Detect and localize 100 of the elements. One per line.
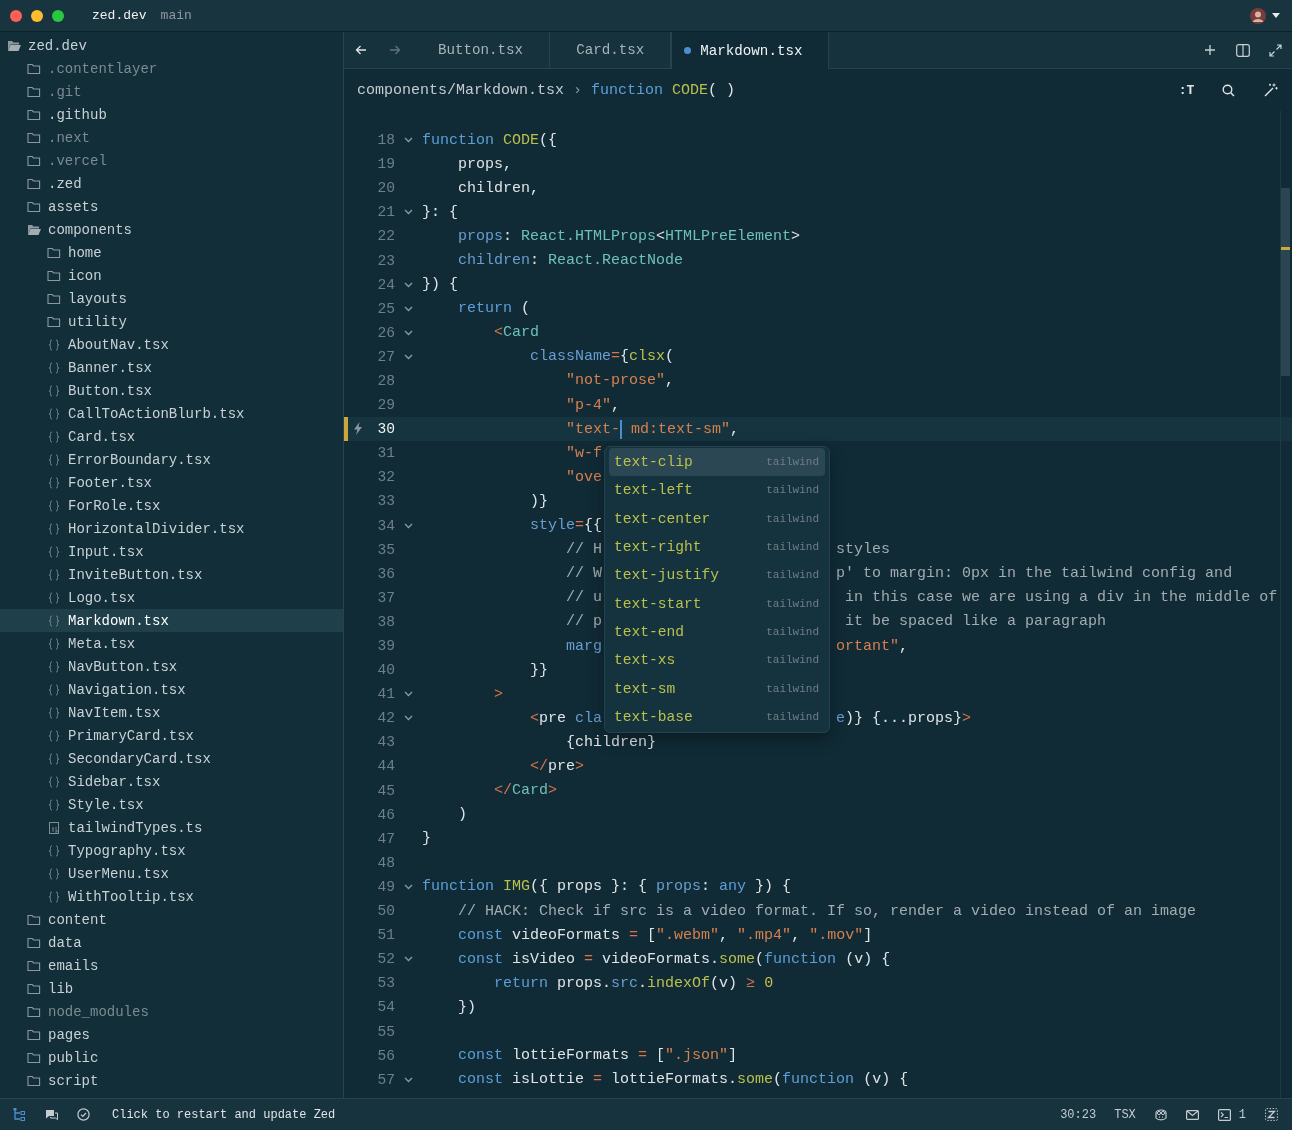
chevron-icon[interactable] bbox=[404, 956, 413, 963]
update-message[interactable]: Click to restart and update Zed bbox=[112, 1107, 336, 1122]
tree-item[interactable]: .contentlayer bbox=[0, 57, 343, 80]
branch-name[interactable]: main bbox=[160, 8, 192, 23]
chevron-icon[interactable] bbox=[404, 715, 413, 722]
completion-item[interactable]: text-xs tailwind bbox=[609, 646, 825, 675]
tree-item[interactable]: components bbox=[0, 218, 343, 241]
tree-item[interactable]: lib bbox=[0, 977, 343, 1000]
tab[interactable]: Button.tsx bbox=[412, 32, 551, 68]
chevron-icon[interactable] bbox=[404, 209, 413, 216]
code-line: const isLottie = lottieFormats.some(function (v) { bbox=[457, 1071, 909, 1089]
tree-item[interactable]: icon bbox=[0, 264, 343, 287]
completion-item[interactable]: text-justify tailwind bbox=[609, 561, 825, 590]
tree-item[interactable]: InviteButton.tsx bbox=[0, 563, 343, 586]
tree-item[interactable]: home bbox=[0, 241, 343, 264]
breadcrumb-path[interactable]: components/Markdown.tsx bbox=[357, 81, 565, 99]
tree-item[interactable]: data bbox=[0, 931, 343, 954]
chevron-icon[interactable] bbox=[404, 883, 413, 890]
tree-item[interactable]: ForRole.tsx bbox=[0, 494, 343, 517]
completion-item[interactable]: text-end tailwind bbox=[609, 617, 825, 647]
line-number: 50 bbox=[377, 903, 395, 920]
cursor-position[interactable]: 30:23 bbox=[1054, 1103, 1103, 1126]
completion-item[interactable]: text-base tailwind bbox=[609, 702, 825, 731]
tree-item[interactable]: node_modules bbox=[0, 1000, 343, 1023]
completion-item[interactable]: text-clip tailwind bbox=[609, 448, 825, 477]
tree-item[interactable]: tailwindTypes.ts bbox=[0, 816, 343, 839]
line-number: 38 bbox=[377, 613, 395, 630]
search-icon bbox=[1222, 83, 1235, 97]
completion-item[interactable]: text-center tailwind bbox=[609, 504, 825, 533]
tree-item[interactable]: .git bbox=[0, 80, 343, 103]
chevron-icon[interactable] bbox=[404, 281, 413, 288]
scrollbar-thumb[interactable] bbox=[1281, 188, 1290, 376]
tree-item[interactable]: .vercel bbox=[0, 149, 343, 172]
braces-icon bbox=[47, 867, 61, 880]
tree-item[interactable]: NavButton.tsx bbox=[0, 655, 343, 678]
tree-item[interactable]: Input.tsx bbox=[0, 540, 343, 563]
tree-item[interactable]: Button.tsx bbox=[0, 379, 343, 402]
chevron-icon[interactable] bbox=[404, 353, 413, 360]
tree-item[interactable]: public bbox=[0, 1046, 343, 1069]
tree-item[interactable]: layouts bbox=[0, 287, 343, 310]
language-selector[interactable]: TSX bbox=[1108, 1103, 1142, 1126]
chevron-icon[interactable] bbox=[404, 137, 413, 144]
change-marker bbox=[344, 417, 348, 442]
tree-item[interactable]: pages bbox=[0, 1023, 343, 1046]
tree-item[interactable]: CallToActionBlurb.tsx bbox=[0, 402, 343, 425]
inlay-hints-button[interactable]: :T bbox=[1170, 82, 1203, 98]
tree-item[interactable]: .github bbox=[0, 103, 343, 126]
tree-item[interactable]: assets bbox=[0, 195, 343, 218]
code-line: "w-f bbox=[565, 444, 603, 462]
tree-item[interactable]: emails bbox=[0, 954, 343, 977]
tree-item[interactable]: WithTooltip.tsx bbox=[0, 885, 343, 908]
folder-icon bbox=[27, 131, 41, 144]
lightning-icon[interactable] bbox=[353, 422, 363, 436]
tree-item[interactable]: .zed bbox=[0, 172, 343, 195]
completion-item[interactable]: text-start tailwind bbox=[609, 589, 825, 618]
completion-item[interactable]: text-left tailwind bbox=[609, 476, 825, 505]
tree-item[interactable]: Banner.tsx bbox=[0, 356, 343, 379]
tree-item[interactable]: Style.tsx bbox=[0, 793, 343, 816]
robot-face-icon bbox=[1153, 1108, 1168, 1121]
tree-item[interactable]: script bbox=[0, 1069, 343, 1092]
tree-item[interactable]: NavItem.tsx bbox=[0, 701, 343, 724]
completion-item[interactable]: text-sm tailwind bbox=[609, 674, 825, 703]
braces-icon bbox=[47, 407, 61, 420]
tree-item[interactable]: Markdown.tsx bbox=[0, 609, 343, 632]
tree-item[interactable]: PrimaryCard.tsx bbox=[0, 724, 343, 747]
tree-item[interactable]: content bbox=[0, 908, 343, 931]
tree-item[interactable]: SecondaryCard.tsx bbox=[0, 747, 343, 770]
code-line: "p-4", bbox=[565, 396, 621, 414]
chevron-icon[interactable] bbox=[404, 1076, 413, 1083]
tree-item[interactable]: Logo.tsx bbox=[0, 586, 343, 609]
minimize-button[interactable] bbox=[31, 9, 43, 22]
chevron-icon[interactable] bbox=[404, 329, 413, 336]
line-number: 45 bbox=[377, 782, 395, 799]
completion-item[interactable]: text-right tailwind bbox=[609, 532, 825, 562]
tree-item[interactable]: Navigation.tsx bbox=[0, 678, 343, 701]
tree-item[interactable]: Sidebar.tsx bbox=[0, 770, 343, 793]
code-line: className={clsx( bbox=[529, 348, 675, 366]
chevron-icon[interactable] bbox=[404, 522, 413, 529]
tree-item[interactable]: Card.tsx bbox=[0, 425, 343, 448]
tree-item[interactable]: UserMenu.tsx bbox=[0, 862, 343, 885]
tree-item[interactable]: Meta.tsx bbox=[0, 632, 343, 655]
tab[interactable]: Markdown.tsx bbox=[671, 32, 830, 69]
project-name[interactable]: zed.dev bbox=[92, 8, 147, 23]
chevron-icon[interactable] bbox=[404, 691, 413, 698]
zoom-button[interactable] bbox=[52, 9, 64, 22]
breadcrumb-symbol[interactable]: function CODE( ) bbox=[591, 81, 736, 99]
tree-item[interactable]: utility bbox=[0, 310, 343, 333]
tree-item[interactable]: zed.dev bbox=[0, 34, 343, 57]
close-button[interactable] bbox=[10, 9, 22, 22]
terminal-button[interactable]: 1 bbox=[1211, 1103, 1252, 1126]
tree-item[interactable]: AboutNav.tsx bbox=[0, 333, 343, 356]
caret-icon[interactable] bbox=[1272, 12, 1280, 19]
avatar-icon[interactable] bbox=[1250, 7, 1266, 24]
tree-item[interactable]: Typography.tsx bbox=[0, 839, 343, 862]
tree-item[interactable]: ErrorBoundary.tsx bbox=[0, 448, 343, 471]
tree-item[interactable]: .next bbox=[0, 126, 343, 149]
chevron-icon[interactable] bbox=[404, 305, 413, 312]
tree-item[interactable]: Footer.tsx bbox=[0, 471, 343, 494]
line-number: 27 bbox=[377, 348, 395, 365]
tree-item[interactable]: HorizontalDivider.tsx bbox=[0, 517, 343, 540]
